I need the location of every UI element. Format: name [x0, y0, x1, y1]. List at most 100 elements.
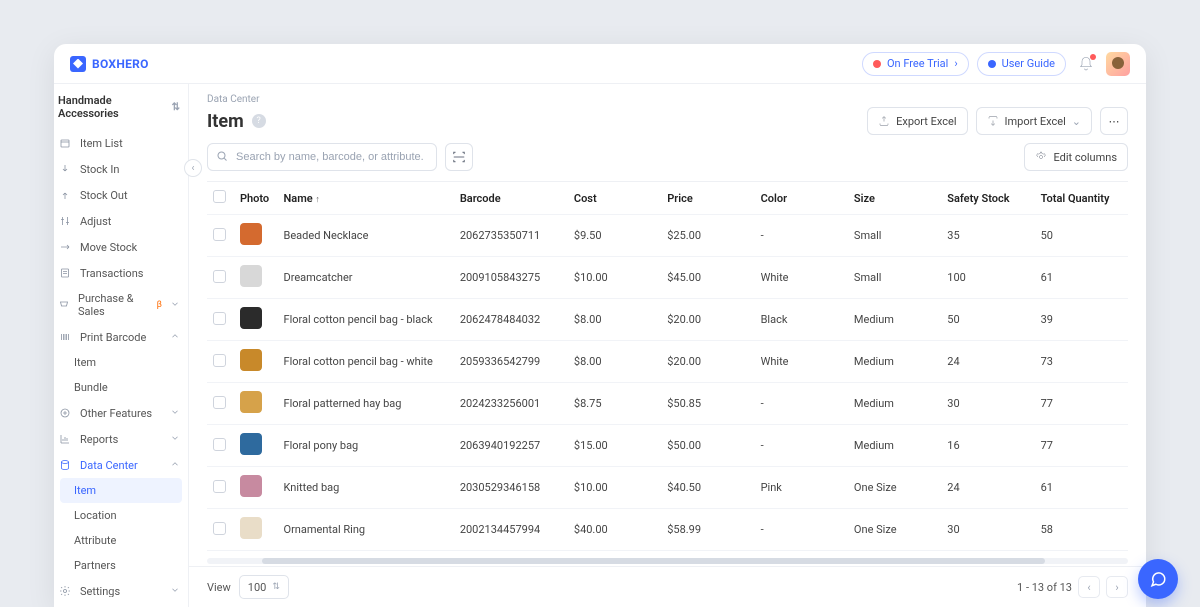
- app-window: BOXHERO On Free Trial › User Guide ‹ Han…: [54, 44, 1146, 607]
- sidebar-item-stock-in[interactable]: Stock In: [54, 156, 188, 182]
- import-label: Import Excel: [1005, 115, 1066, 128]
- topbar: BOXHERO On Free Trial › User Guide: [54, 44, 1146, 84]
- cell-safety-stock: 30: [941, 383, 1034, 425]
- cell-safety-stock: 50: [941, 299, 1034, 341]
- page-size-select[interactable]: 100 ⇅: [239, 575, 289, 599]
- sidebar-item-transactions[interactable]: Transactions: [54, 260, 188, 286]
- cell-name: Floral pony bag: [278, 425, 454, 467]
- col-photo[interactable]: Photo: [234, 182, 278, 215]
- col-name[interactable]: Name ↑: [278, 182, 454, 215]
- sidebar-item-stock-out[interactable]: Stock Out: [54, 182, 188, 208]
- cell-size: Small: [848, 551, 941, 557]
- import-excel-button[interactable]: Import Excel ⌄: [976, 107, 1093, 135]
- collapse-sidebar-button[interactable]: ‹: [184, 159, 202, 177]
- table-row[interactable]: Floral cotton pencil bag - white 2059336…: [207, 341, 1128, 383]
- row-checkbox[interactable]: [213, 396, 226, 409]
- row-checkbox[interactable]: [213, 480, 226, 493]
- team-switcher[interactable]: Handmade Accessories ⇅: [54, 94, 188, 130]
- table-row[interactable]: Floral patterned hay bag 2024233256001 $…: [207, 383, 1128, 425]
- cell-price: $50.00: [661, 425, 754, 467]
- chat-fab[interactable]: [1138, 559, 1178, 599]
- sidebar-item-purchase-sales[interactable]: Purchase & Sales β: [54, 286, 188, 324]
- cell-barcode: 2002134457994: [454, 509, 568, 551]
- brand-name: BOXHERO: [92, 57, 149, 71]
- cell-total-qty: 73: [1035, 341, 1128, 383]
- row-checkbox[interactable]: [213, 438, 226, 451]
- table-wrap: Photo Name ↑ Barcode Cost Price Color Si…: [189, 181, 1146, 566]
- table-row[interactable]: Floral cotton pencil bag - black 2062478…: [207, 299, 1128, 341]
- sidebar-item-move-stock[interactable]: Move Stock: [54, 234, 188, 260]
- sidebar-item-dc-item[interactable]: Item: [60, 478, 182, 503]
- row-checkbox[interactable]: [213, 522, 226, 535]
- table-row[interactable]: Dreamcatcher 2009105843275 $10.00 $45.00…: [207, 257, 1128, 299]
- guide-pill[interactable]: User Guide: [977, 52, 1066, 76]
- sidebar-item-label: Data Center: [80, 459, 138, 472]
- row-checkbox[interactable]: [213, 354, 226, 367]
- sidebar-item-label: Move Stock: [80, 241, 137, 254]
- table-footer: View 100 ⇅ 1 - 13 of 13 ‹ ›: [189, 566, 1146, 607]
- col-price[interactable]: Price: [661, 182, 754, 215]
- search-input[interactable]: [207, 143, 437, 171]
- table-row[interactable]: Beaded Necklace 2062735350711 $9.50 $25.…: [207, 215, 1128, 257]
- row-checkbox[interactable]: [213, 228, 226, 241]
- col-safety-stock[interactable]: Safety Stock: [941, 182, 1034, 215]
- next-page-button[interactable]: ›: [1106, 576, 1128, 598]
- sidebar-item-dc-attribute[interactable]: Attribute: [60, 528, 182, 553]
- sidebar-item-data-center[interactable]: Data Center: [54, 452, 188, 478]
- gear-icon: [58, 584, 72, 597]
- export-excel-button[interactable]: Export Excel: [867, 107, 967, 135]
- toolbar: Edit columns: [189, 143, 1146, 181]
- cell-safety-stock: 16: [941, 425, 1034, 467]
- sidebar-item-pb-item[interactable]: Item: [60, 350, 182, 375]
- cell-price: $20.00: [661, 341, 754, 383]
- prev-page-button[interactable]: ‹: [1078, 576, 1100, 598]
- sidebar-item-settings[interactable]: Settings: [54, 578, 188, 597]
- more-button[interactable]: ⋯: [1100, 107, 1128, 135]
- export-icon: [878, 115, 890, 127]
- sidebar-item-item-list[interactable]: Item List: [54, 130, 188, 156]
- table-scroll[interactable]: Photo Name ↑ Barcode Cost Price Color Si…: [207, 181, 1128, 556]
- cell-cost: $10.00: [568, 257, 661, 299]
- move-icon: [58, 240, 72, 254]
- sidebar-item-label: Purchase & Sales: [78, 292, 145, 318]
- main: Data Center Item ? Export Excel Import E…: [189, 84, 1146, 607]
- scan-button[interactable]: [445, 143, 473, 171]
- notifications-button[interactable]: [1078, 56, 1094, 72]
- avatar[interactable]: [1106, 52, 1130, 76]
- breadcrumb: Data Center: [189, 84, 1146, 105]
- col-total-qty[interactable]: Total Quantity: [1035, 182, 1128, 215]
- sidebar-item-dc-partners[interactable]: Partners: [60, 553, 182, 578]
- row-checkbox[interactable]: [213, 270, 226, 283]
- col-size[interactable]: Size: [848, 182, 941, 215]
- col-cost[interactable]: Cost: [568, 182, 661, 215]
- sidebar-item-other-features[interactable]: Other Features: [54, 400, 188, 426]
- table-h-scrollbar[interactable]: [207, 558, 1128, 564]
- table-row[interactable]: Ornamental Ring 2002134457994 $40.00 $58…: [207, 509, 1128, 551]
- table-row[interactable]: Knitted bag 2030529346158 $10.00 $40.50 …: [207, 467, 1128, 509]
- trial-pill[interactable]: On Free Trial ›: [862, 52, 969, 76]
- cell-total-qty: 39: [1035, 299, 1128, 341]
- sidebar-item-dc-location[interactable]: Location: [60, 503, 182, 528]
- chevron-down-icon: [170, 407, 180, 420]
- cell-total-qty: 58: [1035, 509, 1128, 551]
- col-barcode[interactable]: Barcode: [454, 182, 568, 215]
- cell-name: Owl pouch: [278, 551, 454, 557]
- item-thumbnail: [240, 223, 262, 245]
- row-checkbox[interactable]: [213, 312, 226, 325]
- col-color[interactable]: Color: [755, 182, 848, 215]
- sidebar-item-reports[interactable]: Reports: [54, 426, 188, 452]
- sidebar-item-adjust[interactable]: Adjust: [54, 208, 188, 234]
- sidebar-item-label: Stock In: [80, 163, 119, 176]
- table-row[interactable]: Owl pouch 2070686246106 $9.50 $45.80 - S…: [207, 551, 1128, 557]
- help-icon[interactable]: ?: [252, 114, 266, 128]
- up-icon: [58, 188, 72, 202]
- down-icon: [58, 162, 72, 176]
- select-all-checkbox[interactable]: [213, 190, 226, 203]
- table-row[interactable]: Floral pony bag 2063940192257 $15.00 $50…: [207, 425, 1128, 467]
- sidebar-item-label: Reports: [80, 433, 118, 446]
- brand[interactable]: BOXHERO: [70, 56, 149, 72]
- sidebar-item-pb-bundle[interactable]: Bundle: [60, 375, 182, 400]
- sidebar-item-print-barcode[interactable]: Print Barcode: [54, 324, 188, 350]
- edit-columns-button[interactable]: Edit columns: [1024, 143, 1128, 171]
- items-table: Photo Name ↑ Barcode Cost Price Color Si…: [207, 182, 1128, 556]
